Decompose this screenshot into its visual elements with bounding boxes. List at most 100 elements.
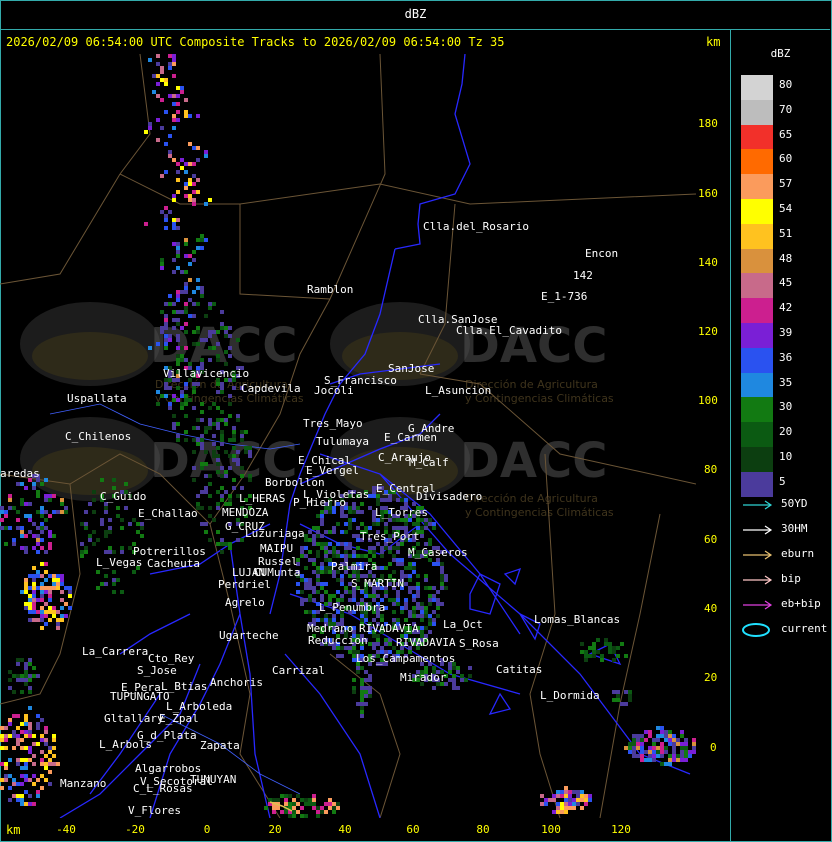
echo-pixel	[124, 482, 128, 486]
echo-pixel	[384, 498, 388, 502]
echo-pixel	[208, 302, 212, 306]
scale-label: 30	[779, 400, 793, 414]
echo-pixel	[152, 74, 156, 78]
echo-pixel	[220, 486, 224, 490]
echo-pixel	[236, 458, 240, 462]
echo-pixel	[628, 742, 632, 746]
place-label: M_Calf	[409, 456, 449, 469]
echo-pixel	[40, 530, 44, 534]
echo-pixel	[224, 326, 228, 330]
echo-pixel	[436, 590, 440, 594]
echo-pixel	[40, 738, 44, 742]
radar-map[interactable]: DACC Dirección de Agricultura y Continge…	[0, 54, 696, 818]
echo-pixel	[12, 506, 16, 510]
echo-pixel	[644, 758, 648, 762]
echo-pixel	[248, 454, 252, 458]
echo-pixel	[68, 590, 72, 594]
echo-pixel	[40, 734, 44, 738]
echo-pixel	[160, 262, 164, 266]
echo-pixel	[172, 102, 176, 106]
echo-pixel	[440, 602, 444, 606]
echo-pixel	[364, 702, 368, 706]
echo-pixel	[188, 314, 192, 318]
echo-pixel	[32, 582, 36, 586]
echo-pixel	[60, 618, 64, 622]
echo-pixel	[196, 326, 200, 330]
echo-pixel	[560, 802, 564, 806]
echo-pixel	[52, 746, 56, 750]
echo-pixel	[176, 338, 180, 342]
echo-pixel	[668, 762, 672, 766]
echo-pixel	[44, 602, 48, 606]
echo-pixel	[648, 746, 652, 750]
scale-swatch	[741, 174, 773, 200]
map-canvas[interactable]: DACC Dirección de Agricultura y Continge…	[0, 54, 696, 818]
echo-pixel	[336, 806, 340, 810]
echo-pixel	[176, 294, 180, 298]
echo-pixel	[392, 546, 396, 550]
echo-pixel	[332, 614, 336, 618]
echo-pixel	[24, 590, 28, 594]
place-label: L_Dormida	[540, 689, 600, 702]
echo-pixel	[100, 522, 104, 526]
echo-pixel	[60, 598, 64, 602]
echo-pixel	[172, 62, 176, 66]
echo-pixel	[176, 86, 180, 90]
echo-pixel	[640, 754, 644, 758]
echo-pixel	[420, 626, 424, 630]
echo-pixel	[336, 654, 340, 658]
echo-pixel	[164, 226, 168, 230]
echo-pixel	[564, 794, 568, 798]
echo-pixel	[180, 346, 184, 350]
place-label: Ugarteche	[219, 629, 279, 642]
echo-pixel	[212, 434, 216, 438]
scale-swatch	[741, 298, 773, 324]
echo-pixel	[204, 462, 208, 466]
echo-pixel	[592, 654, 596, 658]
echo-pixel	[448, 670, 452, 674]
echo-pixel	[184, 358, 188, 362]
echo-pixel	[164, 170, 168, 174]
echo-pixel	[348, 590, 352, 594]
echo-pixel	[684, 742, 688, 746]
place-label: Villavicencio	[163, 367, 249, 380]
echo-pixel	[212, 402, 216, 406]
echo-pixel	[16, 674, 20, 678]
echo-pixel	[24, 582, 28, 586]
echo-pixel	[160, 66, 164, 70]
echo-pixel	[224, 470, 228, 474]
echo-pixel	[232, 426, 236, 430]
echo-pixel	[24, 666, 28, 670]
track-legend-label: 30HM	[781, 522, 808, 535]
echo-pixel	[404, 602, 408, 606]
echo-pixel	[612, 658, 616, 662]
place-label: L_Arbols	[99, 738, 152, 751]
echo-pixel	[288, 802, 292, 806]
echo-pixel	[304, 578, 308, 582]
echo-pixel	[304, 546, 308, 550]
echo-pixel	[44, 550, 48, 554]
echo-pixel	[416, 582, 420, 586]
echo-pixel	[8, 774, 12, 778]
echo-pixel	[672, 758, 676, 762]
echo-pixel	[404, 574, 408, 578]
echo-pixel	[652, 738, 656, 742]
echo-pixel	[32, 578, 36, 582]
echo-pixel	[0, 510, 4, 514]
echo-pixel	[140, 522, 144, 526]
echo-pixel	[648, 754, 652, 758]
echo-pixel	[348, 650, 352, 654]
y-tick-label: 100	[698, 394, 718, 407]
echo-pixel	[40, 758, 44, 762]
echo-pixel	[148, 126, 152, 130]
echo-pixel	[644, 750, 648, 754]
echo-pixel	[180, 290, 184, 294]
echo-pixel	[372, 554, 376, 558]
echo-pixel	[180, 270, 184, 274]
echo-pixel	[156, 94, 160, 98]
echo-pixel	[300, 578, 304, 582]
echo-pixel	[300, 806, 304, 810]
echo-pixel	[112, 570, 116, 574]
echo-pixel	[424, 522, 428, 526]
echo-pixel	[360, 522, 364, 526]
